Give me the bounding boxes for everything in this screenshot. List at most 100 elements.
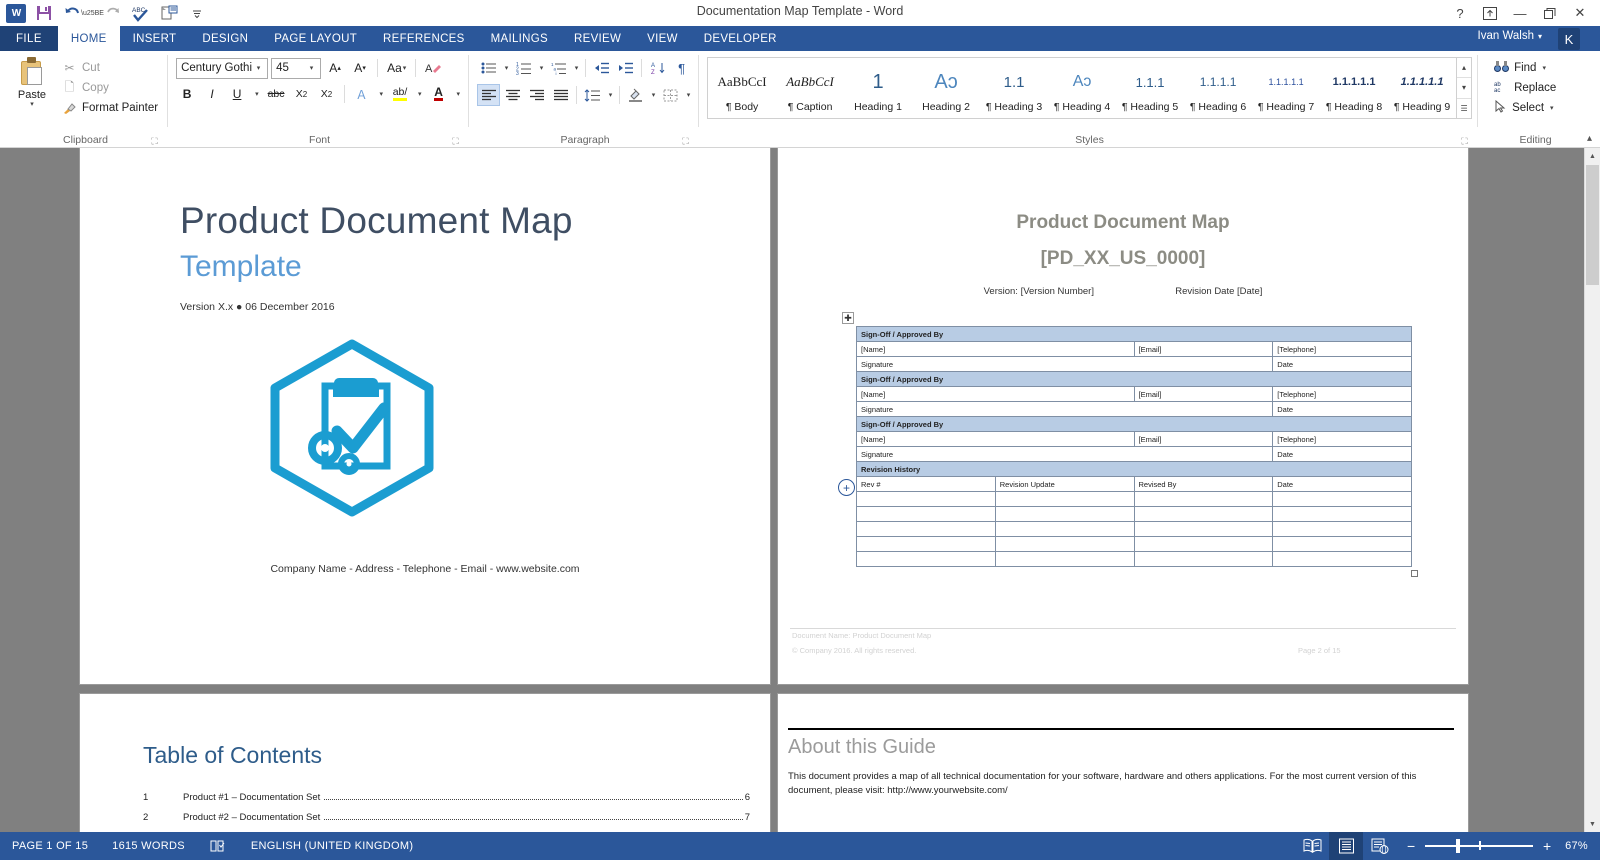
tab-view[interactable]: VIEW: [634, 26, 691, 51]
table-move-handle[interactable]: ✚: [842, 312, 854, 324]
signoff-phone-2[interactable]: [Telephone]: [1272, 386, 1412, 402]
style-heading-1[interactable]: 1 Heading 1: [844, 58, 912, 118]
replace-button[interactable]: ab ac Replace: [1488, 78, 1562, 98]
line-spacing-dropdown-icon[interactable]: ▾: [605, 84, 615, 106]
style-heading-8[interactable]: 1.1.1.1.1 ¶ Heading 8: [1320, 58, 1388, 118]
minimize-button[interactable]: —: [1506, 2, 1534, 24]
subscript-button[interactable]: X2: [291, 83, 313, 105]
borders-button[interactable]: [659, 84, 682, 106]
tab-references[interactable]: REFERENCES: [370, 26, 478, 51]
table-row[interactable]: [856, 536, 1412, 552]
tab-review[interactable]: REVIEW: [561, 26, 634, 51]
highlight-dropdown-icon[interactable]: ▾: [414, 83, 425, 105]
chevron-down-icon[interactable]: ▾: [1542, 64, 1546, 72]
help-button[interactable]: ?: [1446, 2, 1474, 24]
revision-cell[interactable]: [856, 491, 996, 507]
scroll-down-icon[interactable]: ▼: [1585, 816, 1600, 832]
signoff-name-3[interactable]: [Name]: [856, 431, 1135, 447]
table-row[interactable]: Sign-Off / Approved By: [856, 416, 1412, 432]
signoff-signature-3[interactable]: Signature: [855, 446, 1274, 462]
align-center-button[interactable]: [501, 84, 524, 106]
zoom-control[interactable]: − +: [1397, 832, 1561, 860]
format-painter-button[interactable]: Format Painter: [58, 99, 162, 117]
table-row[interactable]: [856, 521, 1412, 537]
paste-button[interactable]: Paste ▾: [9, 54, 55, 108]
revision-cell[interactable]: [1133, 536, 1274, 552]
sort-button[interactable]: AZ: [646, 57, 669, 79]
styles-dialog-launcher[interactable]: ⛶: [1459, 136, 1470, 147]
revision-cell[interactable]: [994, 491, 1135, 507]
document-canvas[interactable]: Product Document Map Template Version X.…: [0, 148, 1600, 832]
copy-button[interactable]: 🗋 Copy: [58, 79, 162, 97]
strikethrough-button[interactable]: abc: [265, 83, 288, 105]
change-case-button[interactable]: Aa ▾: [384, 57, 409, 79]
text-effects-button[interactable]: Ａ: [351, 83, 373, 105]
signoff-name-1[interactable]: [Name]: [856, 341, 1135, 357]
table-row[interactable]: [Name] [Email] [Telephone]: [856, 386, 1412, 402]
style-body[interactable]: AaBbCcI ¶ Body: [708, 58, 776, 118]
borders-dropdown-icon[interactable]: ▾: [683, 84, 693, 106]
tab-home[interactable]: HOME: [57, 26, 120, 51]
revision-cell[interactable]: [1272, 551, 1412, 567]
styles-gallery[interactable]: AaBbCcI ¶ Body AaBbCcI ¶ Caption 1 Headi…: [707, 57, 1473, 119]
scroll-up-icon[interactable]: ▴: [1457, 58, 1472, 79]
page-indicator[interactable]: PAGE 1 OF 15: [0, 832, 100, 860]
table-row[interactable]: Signature Date: [855, 401, 1412, 417]
proofing-errors-icon[interactable]: [197, 832, 239, 860]
style-heading-3[interactable]: 1.1 ¶ Heading 3: [980, 58, 1048, 118]
toc-entry-1[interactable]: 1 Product #1 – Documentation Set 6: [143, 792, 750, 803]
scrollbar-thumb[interactable]: [1586, 165, 1599, 285]
multilevel-dropdown-icon[interactable]: ▾: [571, 57, 581, 79]
read-mode-button[interactable]: [1295, 832, 1329, 860]
document-page-4[interactable]: About this Guide This document provides …: [778, 694, 1468, 832]
bold-button[interactable]: B: [176, 83, 198, 105]
font-size-input[interactable]: 45 ▾: [271, 57, 322, 79]
print-layout-button[interactable]: [1329, 832, 1364, 860]
revision-cell[interactable]: [1272, 491, 1412, 507]
document-page-2[interactable]: Product Document Map [PD_XX_US_0000] Ver…: [778, 148, 1468, 684]
web-layout-button[interactable]: [1363, 832, 1397, 860]
signoff-email-3[interactable]: [Email]: [1133, 431, 1274, 447]
styles-gallery-scrollbar[interactable]: ▴ ▾ ☰: [1456, 58, 1472, 118]
bullets-dropdown-icon[interactable]: ▾: [501, 57, 511, 79]
shading-dropdown-icon[interactable]: ▾: [648, 84, 658, 106]
chevron-down-icon[interactable]: ▾: [1550, 104, 1554, 112]
grow-font-button[interactable]: A ▴: [324, 57, 346, 79]
underline-button[interactable]: U: [226, 83, 248, 105]
account-avatar[interactable]: K: [1558, 28, 1580, 50]
decrease-indent-button[interactable]: [590, 57, 613, 79]
table-row[interactable]: Signature Date: [855, 446, 1412, 462]
superscript-button[interactable]: X2: [316, 83, 338, 105]
signoff-phone-1[interactable]: [Telephone]: [1272, 341, 1412, 357]
tab-file[interactable]: FILE: [0, 26, 58, 51]
tab-mailings[interactable]: MAILINGS: [478, 26, 561, 51]
signoff-email-2[interactable]: [Email]: [1133, 386, 1274, 402]
multilevel-list-button[interactable]: 1ai: [547, 57, 570, 79]
revision-cell[interactable]: [1272, 536, 1412, 552]
revision-cell[interactable]: [856, 506, 996, 522]
revision-cell[interactable]: [994, 551, 1135, 567]
tab-insert[interactable]: INSERT: [120, 26, 190, 51]
table-row[interactable]: [856, 491, 1412, 507]
table-row[interactable]: Sign-Off / Approved By: [856, 326, 1412, 342]
table-row[interactable]: [Name] [Email] [Telephone]: [856, 341, 1412, 357]
document-page-3[interactable]: Table of Contents 1 Product #1 – Documen…: [80, 694, 770, 832]
zoom-slider[interactable]: [1425, 832, 1534, 860]
cut-button[interactable]: ✂ Cut: [58, 59, 162, 77]
toc-entry-2[interactable]: 2 Product #2 – Documentation Set 7: [143, 812, 750, 823]
show-formatting-marks-button[interactable]: ¶: [670, 57, 693, 79]
chevron-down-icon[interactable]: ▾: [252, 64, 265, 72]
shrink-font-button[interactable]: A ▾: [349, 57, 371, 79]
bullets-button[interactable]: [477, 57, 500, 79]
style-heading-4[interactable]: Aɔ ¶ Heading 4: [1048, 58, 1116, 118]
language-indicator[interactable]: ENGLISH (UNITED KINGDOM): [239, 832, 425, 860]
chevron-down-icon[interactable]: ▾: [30, 100, 34, 108]
zoom-percentage[interactable]: 67%: [1561, 840, 1600, 852]
close-button[interactable]: ✕: [1566, 2, 1594, 24]
text-highlight-color-button[interactable]: ab/: [389, 83, 411, 105]
select-button[interactable]: Select ▾: [1488, 98, 1559, 118]
style-caption[interactable]: AaBbCcI ¶ Caption: [776, 58, 844, 118]
style-heading-9[interactable]: 1.1.1.1.1 ¶ Heading 9: [1388, 58, 1456, 118]
paragraph-dialog-launcher[interactable]: ⛶: [680, 136, 691, 147]
table-row[interactable]: Sign-Off / Approved By: [856, 371, 1412, 387]
